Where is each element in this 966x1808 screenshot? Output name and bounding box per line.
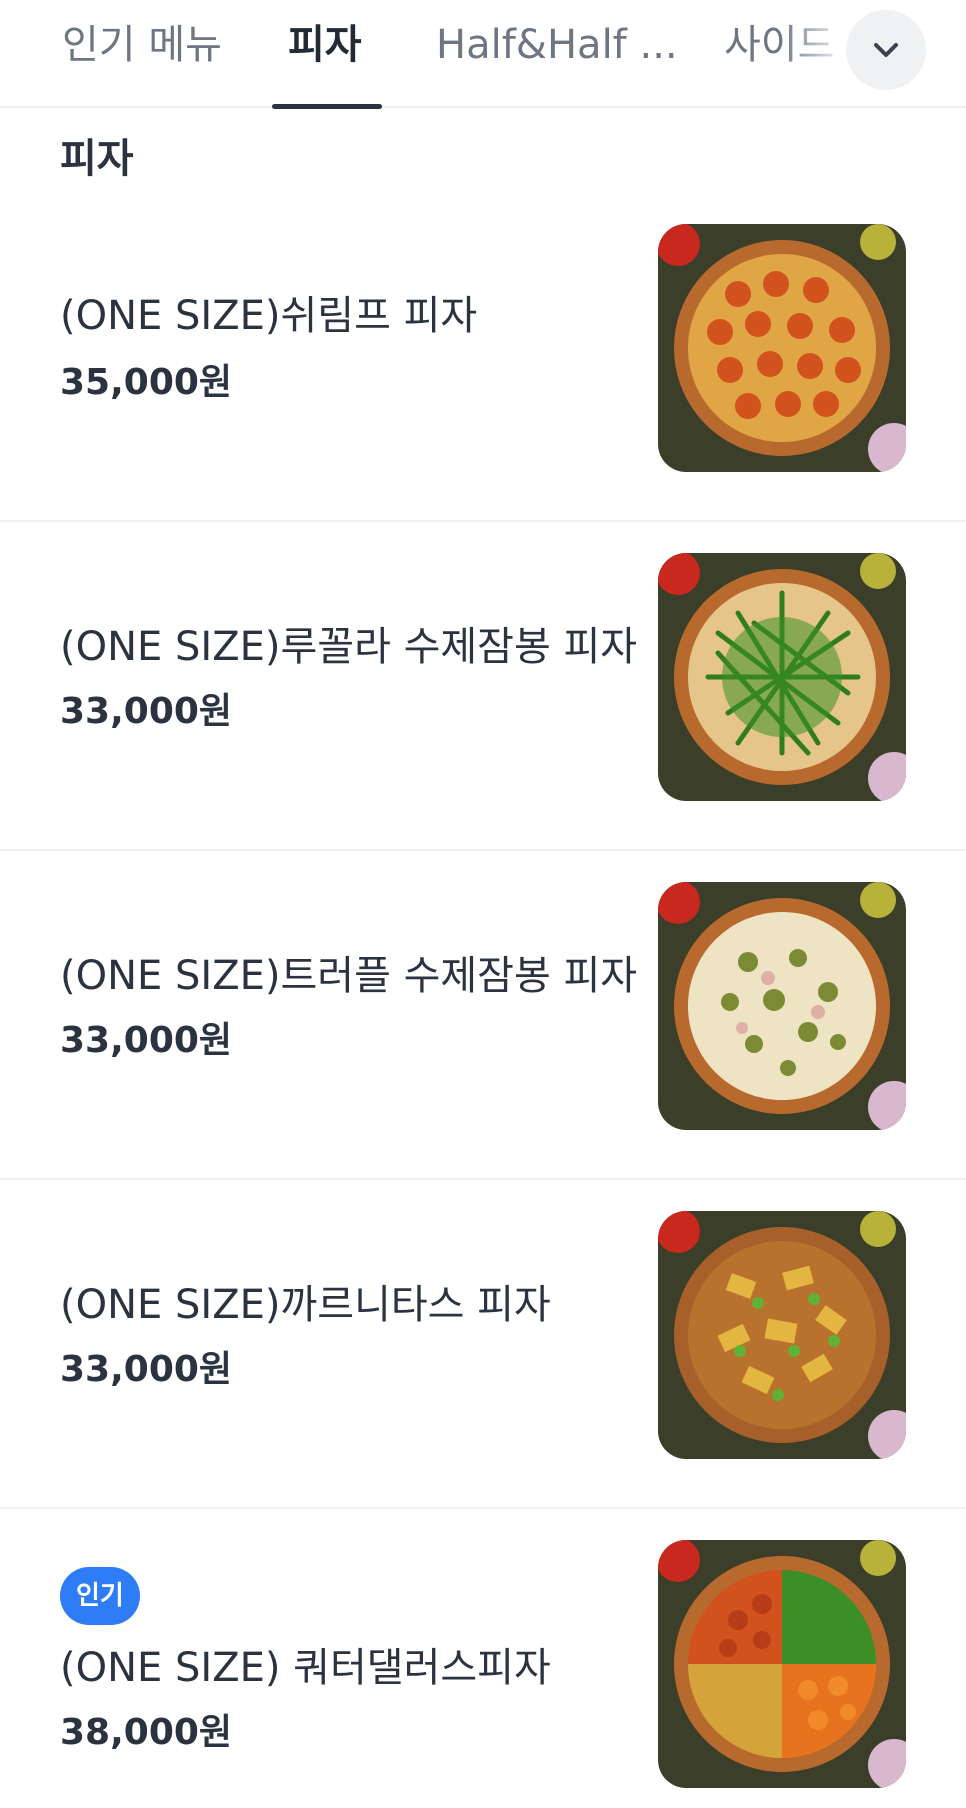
menu-item-name: (ONE SIZE)쉬림프 피자: [60, 293, 478, 339]
menu-item-name: (ONE SIZE) 쿼터댈러스피자: [60, 1645, 551, 1691]
tab-popular-menu[interactable]: 인기 메뉴: [62, 18, 222, 72]
menu-item[interactable]: (ONE SIZE)쉬림프 피자 35,000원: [0, 193, 966, 522]
pizza-image-truffle: [658, 882, 906, 1130]
menu-item-name: (ONE SIZE)까르니타스 피자: [60, 1282, 551, 1328]
menu-item-price: 33,000원: [60, 1349, 233, 1390]
menu-item-name: (ONE SIZE)루꼴라 수제잠봉 피자: [60, 624, 638, 670]
menu-item[interactable]: (ONE SIZE)트러플 수제잠봉 피자 33,000원: [0, 851, 966, 1180]
menu-item[interactable]: (ONE SIZE)루꼴라 수제잠봉 피자 33,000원: [0, 522, 966, 851]
menu-item[interactable]: 인기 (ONE SIZE) 쿼터댈러스피자 38,000원: [0, 1509, 966, 1808]
menu-item-price: 38,000원: [60, 1712, 233, 1753]
menu-item-price: 33,000원: [60, 691, 233, 732]
category-tab-bar: 인기 메뉴 피자 Half&Half ... 사이드: [0, 0, 966, 109]
section-title: 피자: [60, 136, 134, 182]
active-tab-indicator: [272, 104, 382, 109]
menu-item-name: (ONE SIZE)트러플 수제잠봉 피자: [60, 953, 638, 999]
pizza-image-quarter: [658, 1540, 906, 1788]
category-dropdown-button[interactable]: [846, 10, 926, 90]
menu-item-price: 33,000원: [60, 1020, 233, 1061]
menu-item[interactable]: (ONE SIZE)까르니타스 피자 33,000원: [0, 1180, 966, 1509]
chevron-down-icon: [874, 43, 898, 57]
tab-pizza[interactable]: 피자: [288, 18, 362, 72]
tab-scroll-fade: [780, 0, 850, 104]
popular-badge: 인기: [60, 1567, 140, 1625]
pizza-image-arugula: [658, 553, 906, 801]
pizza-image-carnitas: [658, 1211, 906, 1459]
pizza-image-shrimp: [658, 224, 906, 472]
menu-item-price: 35,000원: [60, 362, 233, 403]
tab-half-and-half[interactable]: Half&Half ...: [436, 18, 676, 72]
